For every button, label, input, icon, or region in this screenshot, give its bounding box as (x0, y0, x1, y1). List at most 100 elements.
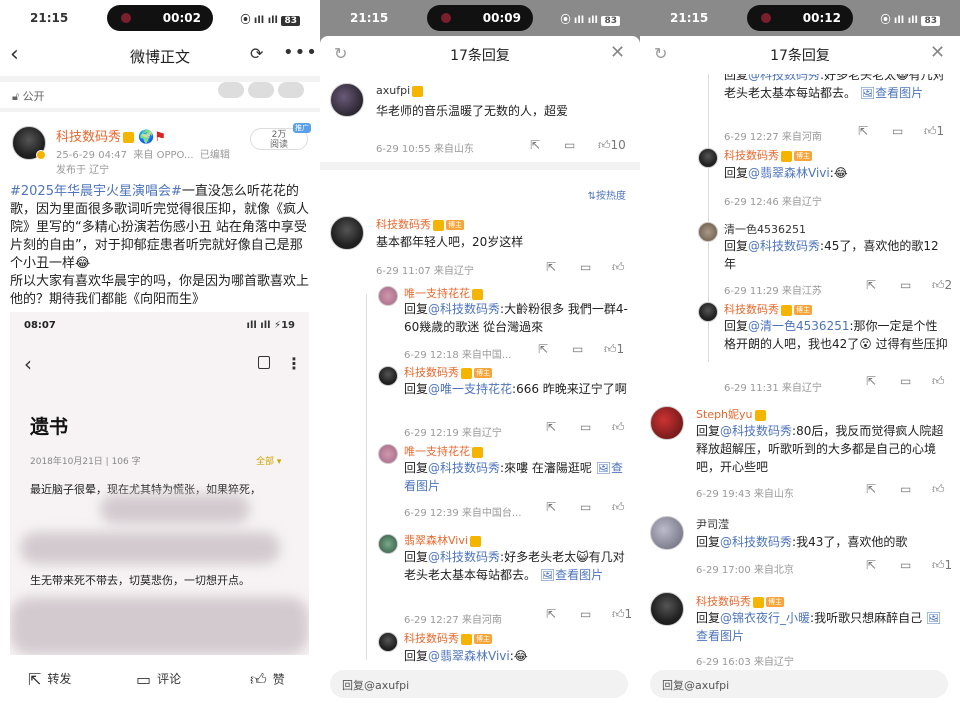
like-icon[interactable]: 👍︎ 10 (598, 138, 626, 153)
avatar[interactable] (378, 444, 398, 464)
comment-author[interactable]: Steph妮yu (696, 406, 766, 422)
avatar[interactable] (650, 592, 684, 626)
avatar[interactable] (650, 516, 684, 550)
comment-icon[interactable]: ▭ (580, 500, 591, 514)
share-icon[interactable]: ⇱ (530, 138, 540, 152)
reply-input[interactable]: 回复@axufpi (650, 670, 948, 698)
comment-icon[interactable]: ▭ (580, 260, 591, 274)
share-icon[interactable]: ⇱ (866, 558, 876, 572)
image-line-2: 生无带来死不带去，切莫悲伤，一切想开点。 (30, 574, 250, 587)
avatar[interactable] (698, 222, 718, 242)
like-icon[interactable]: 👍︎ (612, 500, 625, 515)
share-icon[interactable]: ⇱ (546, 420, 556, 434)
record-dot-icon (121, 13, 131, 23)
comment-author[interactable]: 唯一支持花花 (404, 443, 483, 459)
crown-icon (461, 367, 472, 379)
comment-text: 回复@科技数码秀:80后，我反而觉得疯人院超释放超解压，听歌听到的大多都是自己的… (696, 424, 944, 474)
like-count: 1 (624, 607, 633, 621)
share-icon[interactable]: ⇱ (546, 607, 556, 621)
more-button[interactable]: ••• (283, 42, 318, 63)
globe-icon: 🌍 (138, 130, 155, 145)
comment-button[interactable]: ▭ 评论 (136, 670, 181, 689)
flag-icon: ⚑ (154, 130, 166, 145)
sheet-title: 17条回复 (450, 48, 510, 64)
comment-icon[interactable]: ▭ (580, 420, 591, 434)
share-icon[interactable]: ⇱ (546, 500, 556, 514)
blur-mark (100, 494, 250, 524)
author-tag: 博主 (446, 220, 464, 230)
comment-icon[interactable]: ▭ (900, 482, 911, 496)
comment-author[interactable]: 科技数码秀 博主 (724, 147, 812, 163)
status-bar: 21:15 00:12 ⦿ ıll ıll 83 (640, 0, 960, 36)
comment-author-text: 科技数码秀 (404, 366, 459, 379)
avatar[interactable] (378, 286, 398, 306)
crown-icon (781, 150, 792, 162)
like-icon[interactable]: 👍︎ 1 (612, 607, 632, 622)
comment-author[interactable]: 科技数码秀 博主 (376, 216, 464, 232)
comment-author-text: 唯一支持花花 (404, 287, 470, 300)
comment-author[interactable]: 尹司滢 (696, 516, 729, 532)
battery-icon: 83 (921, 16, 940, 26)
avatar[interactable] (378, 534, 398, 554)
comment-text: 回复@翡翠森林Vivi:😂 (724, 166, 848, 180)
signal-text: ⦿ ıll ıll (560, 15, 598, 26)
like-icon[interactable]: 👍︎ 2 (932, 278, 952, 293)
share-icon[interactable]: ⇱ (866, 278, 876, 292)
like-icon[interactable]: 👍︎ (612, 260, 625, 275)
comment-icon[interactable]: ▭ (900, 558, 911, 572)
author-tag: 博主 (474, 634, 492, 644)
comment-author[interactable]: 唯一支持花花 (404, 285, 483, 301)
avatar[interactable] (378, 366, 398, 386)
share-icon[interactable]: ⇱ (546, 260, 556, 274)
like-icon[interactable]: 👍︎ (612, 420, 625, 435)
like-icon[interactable]: 👍︎ (932, 482, 945, 497)
comment-icon[interactable]: ▭ (900, 374, 911, 388)
crown-icon (472, 446, 483, 458)
avatar[interactable] (650, 406, 684, 440)
comment-author[interactable]: 翡翠森林Vivi (404, 532, 481, 548)
like-icon[interactable]: 👍︎ 1 (932, 558, 952, 573)
share-icon[interactable]: ⇱ (866, 482, 876, 496)
like-button[interactable]: 👍︎ 赞 (250, 670, 285, 690)
comment-icon[interactable]: ▭ (900, 278, 911, 292)
share-icon[interactable]: ⇱ (858, 124, 868, 138)
like-icon[interactable]: 👍︎ 1 (604, 342, 624, 357)
comment-icon[interactable]: ▭ (564, 138, 575, 152)
share-icon[interactable]: ⇱ (538, 342, 548, 356)
comment-icon[interactable]: ▭ (580, 607, 591, 621)
comment-author[interactable]: 清一色4536251 (724, 221, 806, 237)
repost-button[interactable]: ⇱ 转发 (28, 670, 71, 689)
close-icon[interactable]: ✕ (930, 42, 945, 63)
share-icon[interactable]: ⟳ (250, 44, 263, 63)
avatar[interactable] (330, 83, 364, 117)
close-icon[interactable]: ✕ (610, 42, 625, 63)
comment-meta: 6-29 17:00 来自北京 (696, 565, 794, 576)
comment-icon[interactable]: ▭ (892, 124, 903, 138)
comment-author[interactable]: axufpi (376, 84, 424, 97)
comment-icon[interactable]: ▭ (572, 342, 583, 356)
like-icon[interactable]: 👍︎ 1 (924, 124, 944, 139)
author-tag: 博主 (794, 305, 812, 315)
comment-author[interactable]: 科技数码秀 博主 (404, 630, 492, 646)
battery-icon: 83 (281, 16, 300, 26)
like-icon: 👍︎ (250, 670, 267, 689)
comment-author[interactable]: 科技数码秀 博主 (724, 301, 812, 317)
avatar[interactable] (698, 148, 718, 168)
comment-author[interactable]: 科技数码秀 博主 (404, 364, 492, 380)
sort-toggle[interactable]: ⇅按热度 (588, 187, 626, 202)
hashtag-link[interactable]: #2025年华晨宇火星演唱会# (10, 184, 182, 199)
reply-input[interactable]: 回复@axufpi (330, 670, 628, 698)
comment-author[interactable]: 科技数码秀 博主 (696, 593, 784, 609)
read-count-badge[interactable]: 2万 阅读 推广 (250, 123, 311, 150)
avatar[interactable] (698, 302, 718, 322)
record-timer: 00:12 (802, 11, 841, 25)
avatar[interactable] (378, 632, 398, 652)
comment-author-text: 科技数码秀 (404, 632, 459, 645)
like-icon[interactable]: 👍︎ (932, 374, 945, 389)
author-name[interactable]: 科技数码秀 🌍⚑ (56, 126, 166, 145)
post-image[interactable]: 08:07 ıll ıll ⚡19 ‹ ⋮ 遗书 2018年10月21日 | 1… (10, 312, 309, 655)
share-icon[interactable]: ⇱ (866, 374, 876, 388)
avatar[interactable] (330, 216, 364, 250)
author-tag: 博主 (766, 597, 784, 607)
image-more-icon: ⋮ (286, 354, 302, 373)
